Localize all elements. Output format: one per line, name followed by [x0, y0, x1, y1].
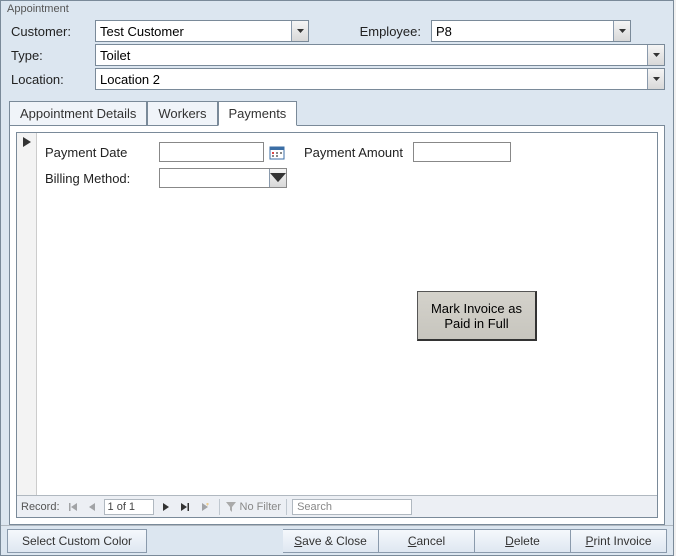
nav-label: Record:	[21, 501, 60, 513]
nav-next-icon[interactable]	[156, 499, 174, 515]
funnel-icon	[225, 501, 237, 513]
footer-bar: Select Custom Color Save & Close Cancel …	[1, 525, 673, 555]
location-combo[interactable]: Location 2	[95, 68, 665, 90]
tabs-area: Appointment Details Workers Payments Pay…	[9, 101, 665, 525]
save-close-button[interactable]: Save & Close	[283, 529, 379, 553]
payments-subform: Payment Date Payment Amount Billing Meth…	[16, 132, 658, 518]
record-nav-bar: Record: 1 of 1 No Filter Search	[17, 495, 657, 517]
customer-label: Customer:	[9, 24, 91, 39]
chevron-down-icon[interactable]	[291, 21, 308, 41]
customer-combo[interactable]: Test Customer	[95, 20, 309, 42]
mark-paid-button[interactable]: Mark Invoice as Paid in Full	[417, 291, 537, 341]
nav-prev-icon[interactable]	[84, 499, 102, 515]
tab-workers[interactable]: Workers	[147, 101, 217, 125]
record-selector[interactable]	[17, 133, 37, 495]
nav-filter[interactable]: No Filter	[225, 501, 282, 513]
chevron-down-icon[interactable]	[269, 169, 286, 187]
location-label: Location:	[9, 72, 91, 87]
employee-combo[interactable]: P8	[431, 20, 631, 42]
payment-date-label: Payment Date	[45, 145, 153, 160]
nav-search-input[interactable]: Search	[292, 499, 412, 515]
print-invoice-button[interactable]: Print Invoice	[571, 529, 667, 553]
nav-last-icon[interactable]	[176, 499, 194, 515]
chevron-down-icon[interactable]	[647, 69, 664, 89]
chevron-down-icon[interactable]	[647, 45, 664, 65]
billing-method-combo[interactable]	[159, 168, 287, 188]
employee-label: Employee:	[345, 24, 427, 39]
cancel-button[interactable]: Cancel	[379, 529, 475, 553]
nav-filter-label: No Filter	[240, 501, 282, 513]
tab-payments[interactable]: Payments	[218, 101, 298, 126]
tab-content-payments: Payment Date Payment Amount Billing Meth…	[9, 125, 665, 525]
tabs-strip: Appointment Details Workers Payments	[9, 101, 665, 125]
location-value: Location 2	[100, 72, 160, 87]
appointment-window: Appointment Customer: Test Customer Empl…	[0, 0, 674, 556]
type-combo[interactable]: Toilet	[95, 44, 665, 66]
billing-method-label: Billing Method:	[45, 171, 153, 186]
payment-amount-input[interactable]	[413, 142, 511, 162]
nav-counter[interactable]: 1 of 1	[104, 499, 154, 515]
tab-appointment-details[interactable]: Appointment Details	[9, 101, 147, 125]
nav-new-icon[interactable]	[196, 499, 214, 515]
window-title: Appointment	[1, 1, 673, 17]
employee-value: P8	[436, 24, 452, 39]
chevron-down-icon[interactable]	[613, 21, 630, 41]
type-label: Type:	[9, 48, 91, 63]
nav-search-placeholder: Search	[297, 501, 332, 513]
payment-date-input[interactable]	[159, 142, 264, 162]
payment-amount-label: Payment Amount	[304, 145, 403, 160]
select-custom-color-button[interactable]: Select Custom Color	[7, 529, 147, 553]
calendar-icon[interactable]	[268, 143, 286, 161]
delete-button[interactable]: Delete	[475, 529, 571, 553]
header-form: Customer: Test Customer Employee: P8 Typ…	[1, 17, 673, 97]
type-value: Toilet	[100, 48, 130, 63]
customer-value: Test Customer	[100, 24, 184, 39]
nav-first-icon[interactable]	[64, 499, 82, 515]
